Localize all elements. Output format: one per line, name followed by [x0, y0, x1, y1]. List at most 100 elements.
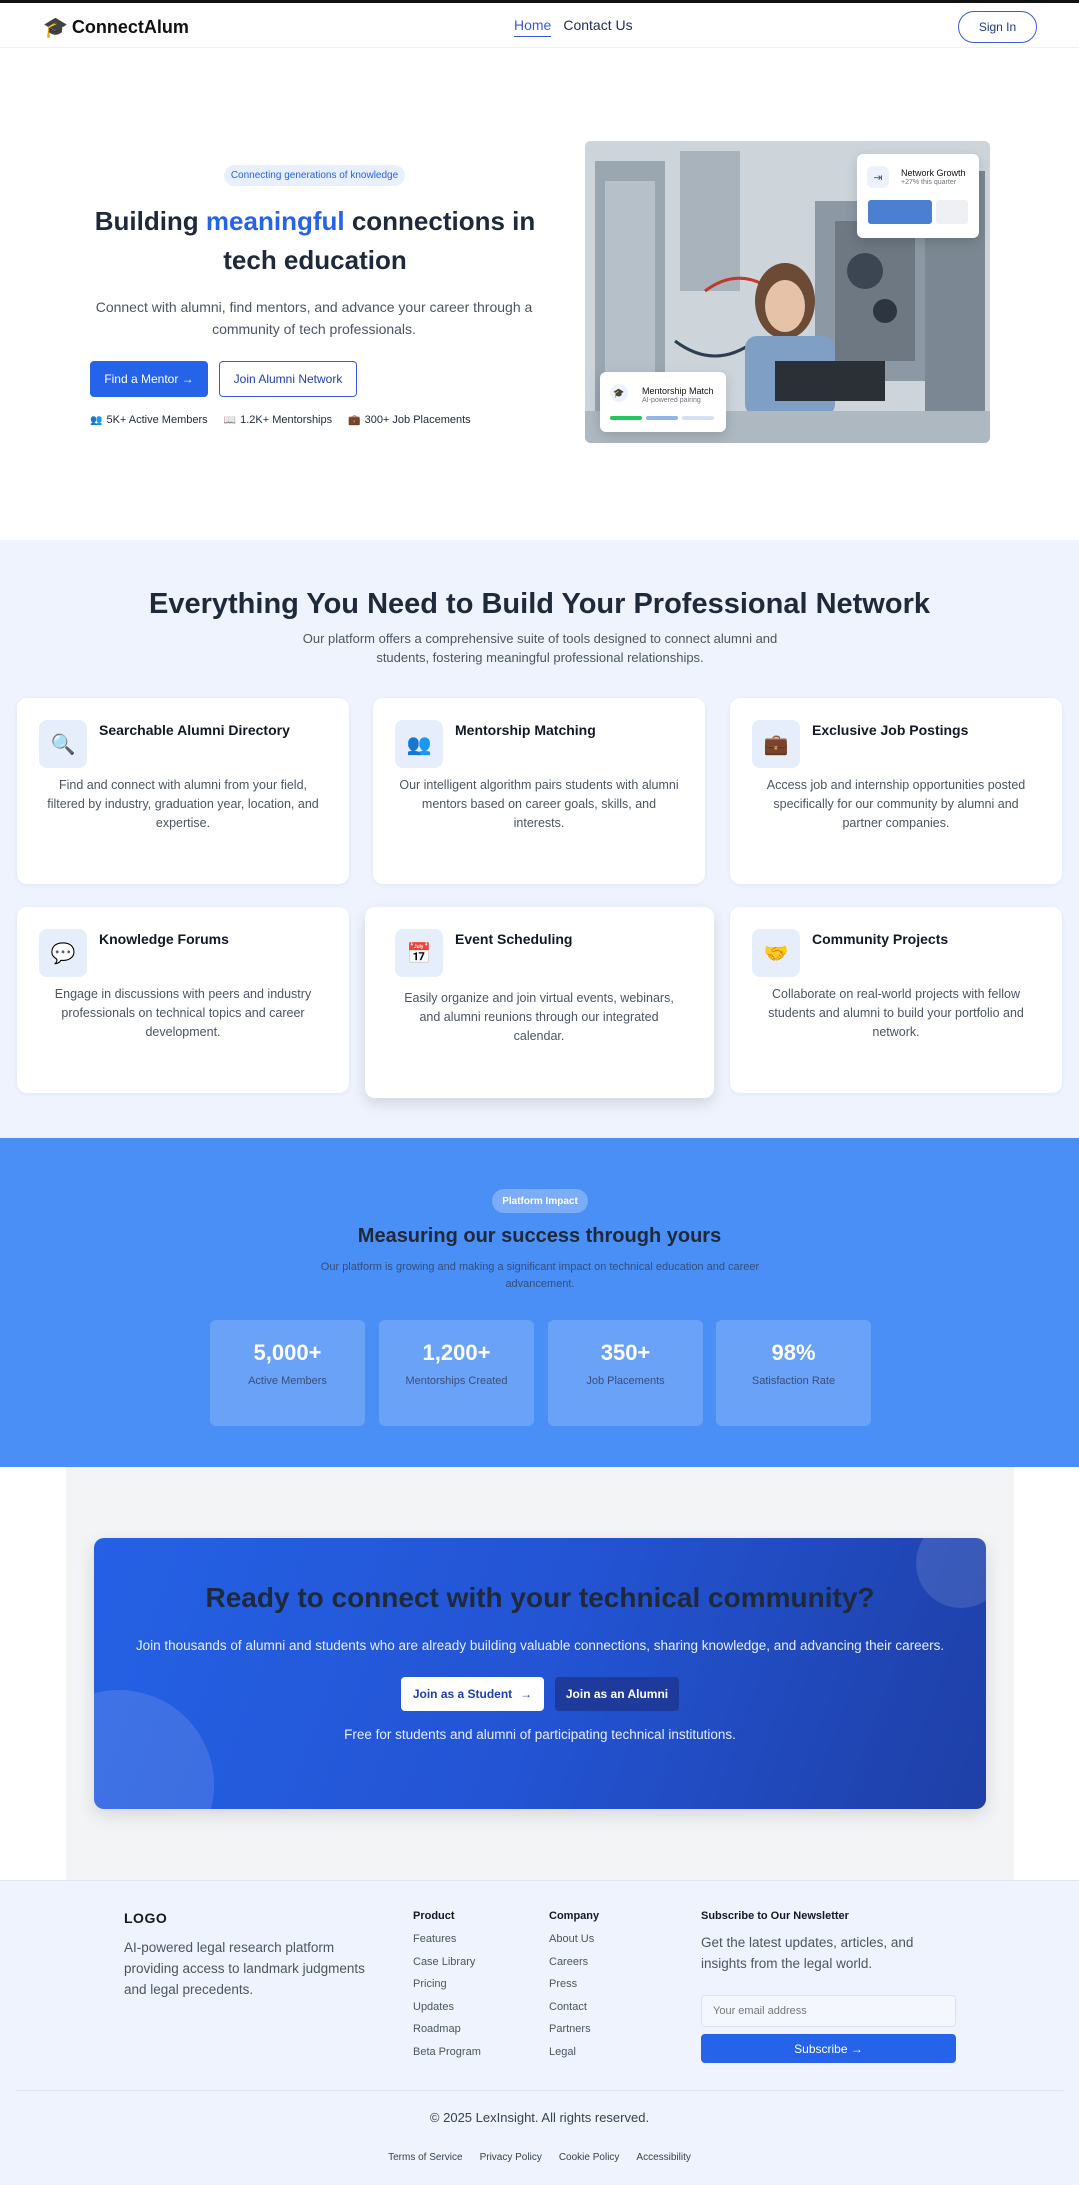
feature-desc: Engage in discussions with peers and ind…	[54, 987, 312, 1039]
footer-link-pricing[interactable]: Pricing	[413, 1978, 481, 2001]
newsletter-email-input[interactable]	[701, 1995, 956, 2027]
hero-title: Building meaningful connections in tech …	[80, 202, 550, 280]
match-progress-bar-1	[610, 416, 642, 420]
growth-bar-secondary	[936, 200, 968, 224]
footer-link-roadmap[interactable]: Roadmap	[413, 2023, 481, 2046]
footer-link-beta-program[interactable]: Beta Program	[413, 2046, 481, 2069]
graduation-cap-icon: 🎓	[43, 17, 68, 39]
footer-link-about-us[interactable]: About Us	[549, 1933, 599, 1956]
terms-of-service-link[interactable]: Terms of Service	[388, 2152, 462, 2163]
footer-link-partners[interactable]: Partners	[549, 2023, 599, 2046]
hero-stat-placements: 💼 300+ Job Placements	[348, 414, 471, 426]
stat-card-mentorships: 1,200+ Mentorships Created	[379, 1320, 534, 1426]
feature-card-alumni-directory[interactable]: 🔍 Searchable Alumni Directory Find and c…	[17, 698, 349, 884]
navbar: 🎓 ConnectAlum Home Contact Us Sign In	[0, 3, 1079, 48]
feature-card-job-postings[interactable]: 💼 Exclusive Job Postings Access job and …	[730, 698, 1062, 884]
impact-title: Measuring our success through yours	[357, 1225, 722, 1247]
cta-title: Ready to connect with your technical com…	[205, 1582, 875, 1613]
feature-desc: Collaborate on real-world projects with …	[768, 987, 1024, 1039]
subscribe-button[interactable]: Subscribe →	[701, 2034, 956, 2063]
footer-link-updates[interactable]: Updates	[413, 2001, 481, 2024]
footer-link-features[interactable]: Features	[413, 1933, 481, 1956]
newsletter-description: Get the latest updates, articles, and in…	[701, 1935, 914, 1971]
features-subtitle: Our platform offers a comprehensive suit…	[302, 631, 778, 665]
stat-label: Mentorships Created	[405, 1375, 508, 1387]
accessibility-link[interactable]: Accessibility	[636, 2152, 690, 2163]
match-progress-bar-3	[682, 416, 714, 420]
hero-stat-mentorships-text: 1.2K+ Mentorships	[240, 414, 333, 426]
stat-value: 5,000+	[253, 1340, 322, 1365]
privacy-policy-link[interactable]: Privacy Policy	[480, 2152, 542, 2163]
find-mentor-button[interactable]: Find a Mentor →	[90, 361, 208, 397]
impact-section	[0, 1138, 1079, 1467]
feature-card-community-projects[interactable]: 🤝 Community Projects Collaborate on real…	[730, 907, 1062, 1093]
feature-title: Event Scheduling	[455, 931, 573, 947]
join-as-student-button[interactable]: Join as a Student →	[401, 1677, 544, 1711]
people-icon: 👥	[395, 720, 443, 768]
nav-link-home[interactable]: Home	[514, 17, 552, 37]
briefcase-icon: 💼	[752, 720, 800, 768]
footer-link-legal[interactable]: Legal	[549, 2046, 599, 2069]
feature-desc: Access job and internship opportunities …	[766, 778, 1026, 830]
mentorship-match-card: 🎓 Mentorship Match AI-powered pairing	[600, 372, 726, 432]
feature-card-event-scheduling[interactable]: 📅 Event Scheduling Easily organize and j…	[365, 907, 714, 1098]
footer-link-press[interactable]: Press	[549, 1978, 599, 2001]
login-arrow-icon: ⇥	[867, 166, 889, 188]
footer-logo[interactable]: LOGO	[124, 1910, 167, 1926]
feature-card-mentorship-matching[interactable]: 👥 Mentorship Matching Our intelligent al…	[373, 698, 705, 884]
nav-link-contact[interactable]: Contact Us	[563, 17, 632, 37]
hero-subtitle: Connect with alumni, find mentors, and a…	[95, 299, 533, 337]
handshake-icon: 🤝	[752, 929, 800, 977]
logo-text: ConnectAlum	[71, 17, 189, 37]
match-progress-bar-2	[646, 416, 678, 420]
hero-stat-members-text: 5K+ Active Members	[106, 414, 208, 426]
logo[interactable]: 🎓 ConnectAlum	[43, 15, 189, 40]
impact-subtitle: Our platform is growing and making a sig…	[320, 1261, 760, 1290]
join-alumni-network-button[interactable]: Join Alumni Network	[219, 361, 357, 397]
footer-description: AI-powered legal research platform provi…	[124, 1940, 365, 1997]
hero-title-highlight: meaningful	[205, 206, 345, 236]
footer-product-column: Product Features Case Library Pricing Up…	[413, 1910, 481, 2068]
network-growth-sub: +27% this quarter	[901, 179, 957, 186]
stat-card-members: 5,000+ Active Members	[210, 1320, 365, 1426]
sign-in-button[interactable]: Sign In	[958, 11, 1037, 43]
stat-card-satisfaction: 98% Satisfaction Rate	[716, 1320, 871, 1426]
impact-pill: Platform Impact	[492, 1189, 588, 1213]
calendar-icon: 📅	[395, 929, 443, 977]
cta-banner	[94, 1538, 986, 1809]
stat-label: Satisfaction Rate	[751, 1375, 836, 1387]
decorative-circle	[94, 1690, 214, 1809]
stat-label: Job Placements	[586, 1375, 665, 1387]
stat-value: 98%	[771, 1340, 816, 1365]
footer-link-case-library[interactable]: Case Library	[413, 1956, 481, 1979]
feature-title: Exclusive Job Postings	[812, 722, 969, 738]
footer-product-heading: Product	[413, 1910, 455, 1922]
feature-desc: Easily organize and join virtual events,…	[404, 991, 674, 1043]
stat-value: 350+	[600, 1340, 651, 1365]
stat-label: Active Members	[248, 1375, 327, 1387]
join-as-alumni-button[interactable]: Join as an Alumni	[555, 1677, 679, 1711]
mentorship-match-title: Mentorship Match	[642, 386, 714, 396]
feature-card-knowledge-forums[interactable]: 💬 Knowledge Forums Engage in discussions…	[17, 907, 349, 1093]
speech-bubble-icon: 💬	[39, 929, 87, 977]
briefcase-icon: 💼	[348, 415, 361, 426]
footer-company-column: Company About Us Careers Press Contact P…	[549, 1910, 599, 2068]
feature-title: Mentorship Matching	[455, 722, 596, 738]
cta-subtitle: Join thousands of alumni and students wh…	[135, 1638, 945, 1653]
footer-link-careers[interactable]: Careers	[549, 1956, 599, 1979]
graduation-cap-icon: 🎓	[610, 384, 628, 402]
arrow-right-icon: →	[520, 1687, 533, 1701]
footer-link-contact[interactable]: Contact	[549, 2001, 599, 2024]
footer-company-heading: Company	[549, 1910, 600, 1922]
footer-legal-links: Terms of Service Privacy Policy Cookie P…	[0, 2152, 1079, 2163]
growth-bar-primary	[868, 200, 932, 224]
feature-title: Searchable Alumni Directory	[99, 722, 290, 738]
people-icon: 👥	[90, 415, 103, 426]
book-icon: 📖	[223, 415, 237, 426]
feature-desc: Our intelligent algorithm pairs students…	[399, 778, 679, 830]
newsletter-title: Subscribe to Our Newsletter	[701, 1910, 849, 1922]
cookie-policy-link[interactable]: Cookie Policy	[559, 2152, 620, 2163]
footer-divider	[16, 2090, 1063, 2091]
mentorship-match-sub: AI-powered pairing	[642, 397, 701, 404]
hero-stat-members: 👥 5K+ Active Members	[90, 414, 208, 426]
